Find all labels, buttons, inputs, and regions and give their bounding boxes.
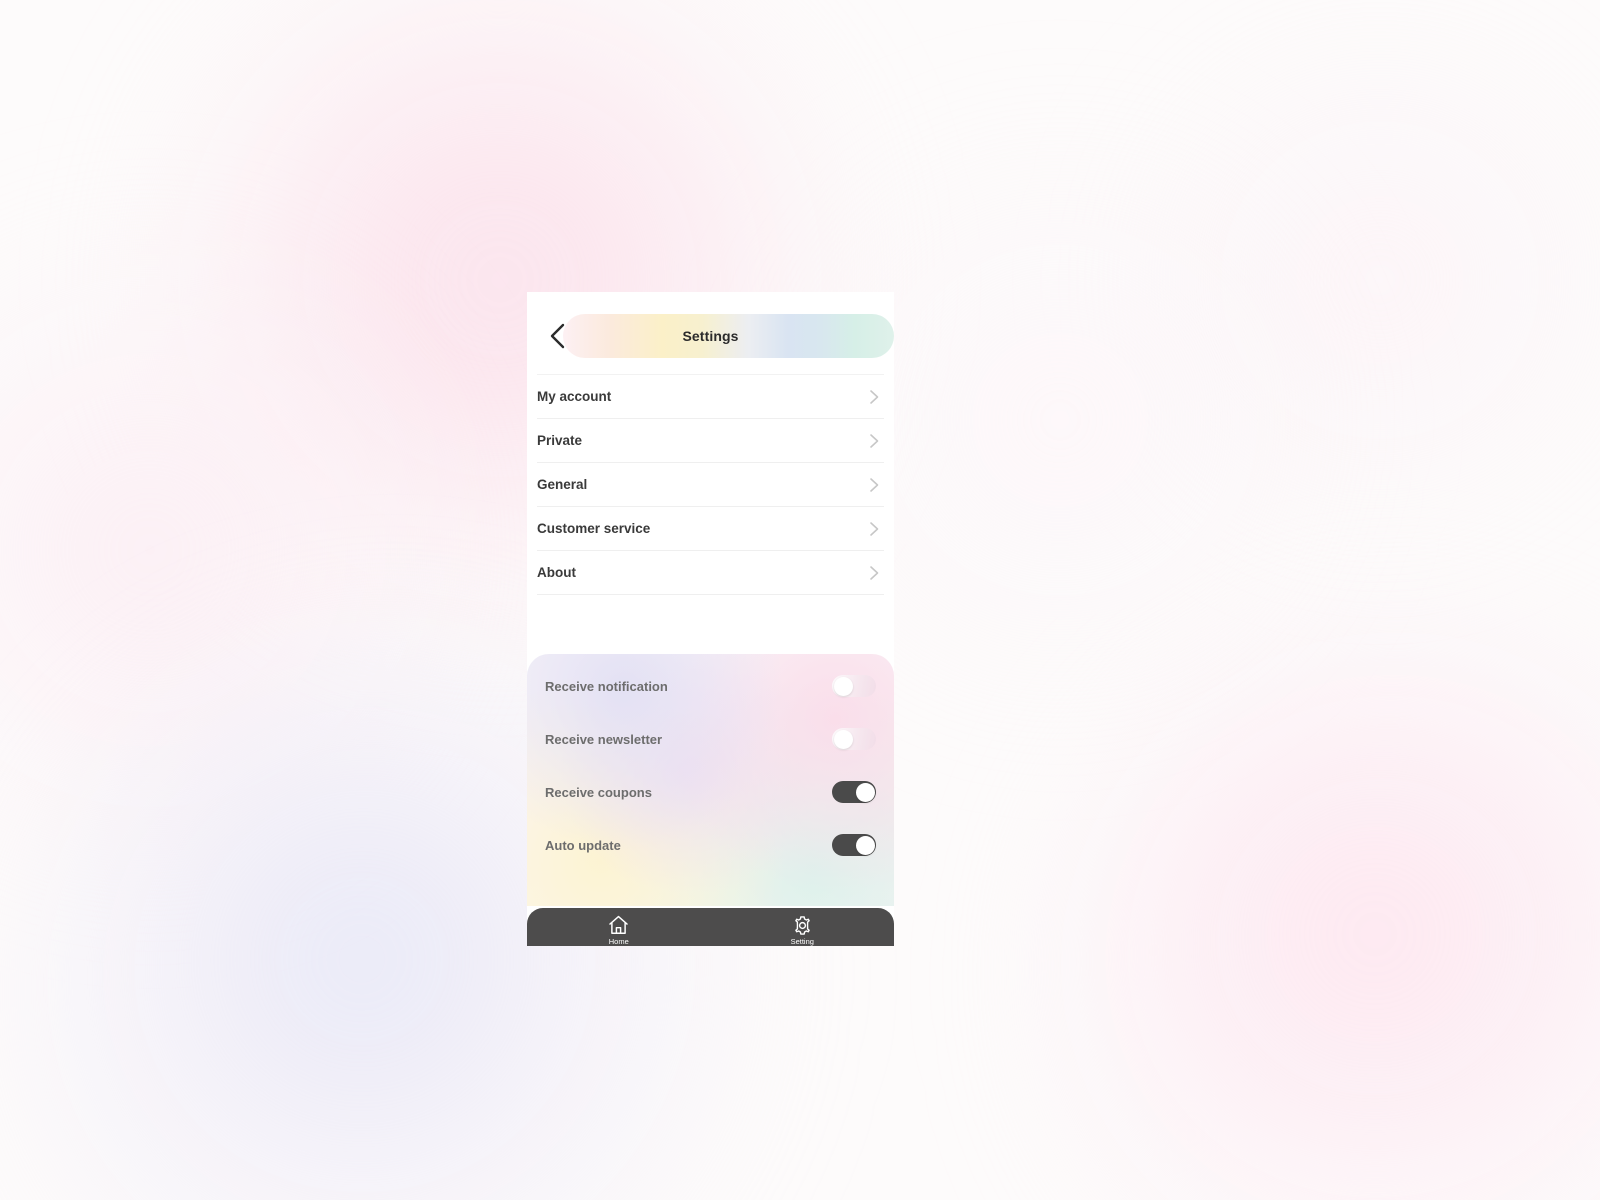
toggle-receive-notification[interactable] — [832, 675, 876, 697]
page-title: Settings — [682, 328, 739, 344]
toggle-knob — [833, 676, 853, 696]
nav-item-label: Setting — [790, 937, 814, 946]
home-icon — [608, 914, 630, 936]
preference-label: Receive coupons — [545, 784, 652, 800]
decorative-blob-pink-bottom-right — [1060, 640, 1600, 1200]
toggle-knob — [855, 835, 875, 855]
preference-label: Auto update — [545, 837, 621, 853]
preference-label: Receive newsletter — [545, 731, 663, 747]
chevron-right-icon — [866, 521, 882, 537]
settings-menu-list: My account Private General Customer serv… — [527, 374, 894, 595]
preference-row-receive-newsletter: Receive newsletter — [545, 724, 876, 754]
preference-label: Receive notification — [545, 678, 668, 694]
preference-row-auto-update: Auto update — [545, 830, 876, 860]
gear-icon — [791, 914, 813, 936]
toggle-knob — [833, 729, 853, 749]
bottom-navigation-bar: Home Setting — [527, 908, 894, 946]
menu-item-label: About — [537, 565, 576, 580]
toggle-auto-update[interactable] — [832, 834, 876, 856]
chevron-right-icon — [866, 477, 882, 493]
menu-item-my-account[interactable]: My account — [537, 374, 884, 419]
toggle-knob — [855, 782, 875, 802]
menu-item-label: Private — [537, 433, 583, 448]
preference-row-receive-coupons: Receive coupons — [545, 777, 876, 807]
menu-item-about[interactable]: About — [537, 551, 884, 595]
toggle-receive-coupons[interactable] — [832, 781, 876, 803]
chevron-right-icon — [866, 433, 882, 449]
phone-screen: Settings My account Private General Cust… — [527, 292, 894, 946]
app-header: Settings — [527, 292, 894, 380]
menu-item-private[interactable]: Private — [537, 419, 884, 463]
nav-item-home[interactable]: Home — [527, 908, 711, 946]
menu-item-customer-service[interactable]: Customer service — [537, 507, 884, 551]
menu-item-label: General — [537, 477, 588, 492]
chevron-right-icon — [866, 565, 882, 581]
menu-item-label: Customer service — [537, 521, 651, 536]
nav-item-setting[interactable]: Setting — [711, 908, 895, 946]
preference-row-receive-notification: Receive notification — [545, 671, 876, 701]
nav-item-label: Home — [608, 937, 629, 946]
preferences-card: Receive notification Receive newsletter … — [527, 654, 894, 906]
menu-item-label: My account — [537, 389, 612, 404]
toggle-receive-newsletter[interactable] — [832, 728, 876, 750]
menu-item-general[interactable]: General — [537, 463, 884, 507]
chevron-right-icon — [866, 389, 882, 405]
